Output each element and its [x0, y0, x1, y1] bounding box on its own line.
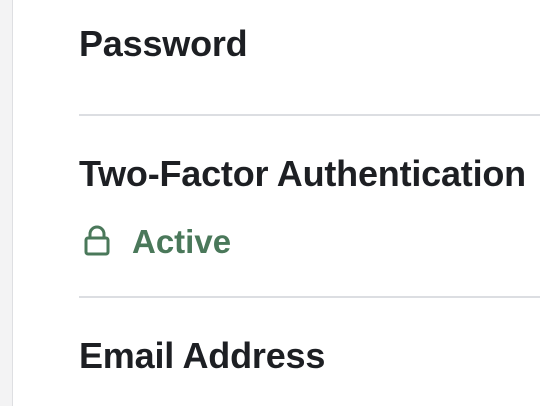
section-divider	[79, 296, 540, 298]
two-factor-status-label: Active	[132, 222, 232, 260]
clipped-email-text-line	[190, 402, 530, 406]
email-section-heading: Email Address	[79, 335, 326, 376]
section-divider	[79, 114, 540, 116]
two-factor-section-heading: Two-Factor Authentication	[79, 153, 526, 194]
account-security-panel: Password Two-Factor Authentication Activ…	[0, 0, 540, 406]
lock-icon	[84, 225, 110, 256]
two-factor-status: Active	[82, 224, 231, 258]
left-sidebar-edge	[0, 0, 13, 406]
password-section-heading: Password	[79, 23, 248, 64]
